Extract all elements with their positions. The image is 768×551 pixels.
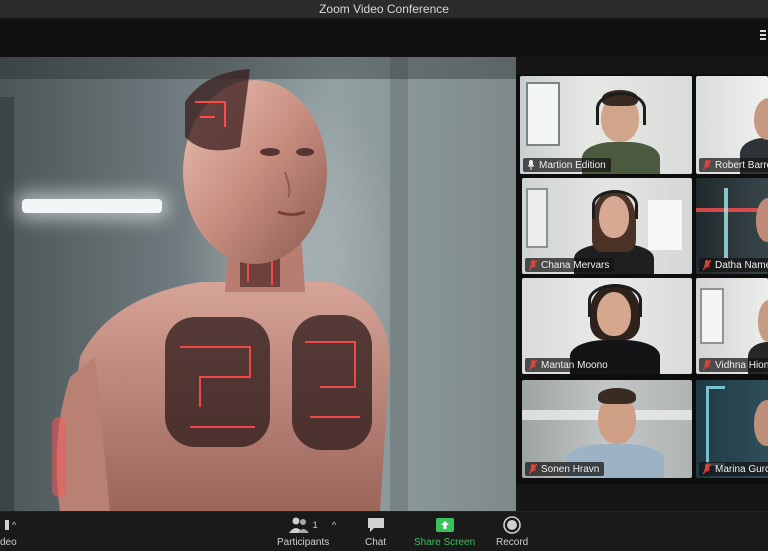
- participant-name: Robert Barre: [715, 159, 768, 171]
- share-screen-icon: [435, 515, 454, 535]
- participant-tile[interactable]: Robert Barre: [696, 76, 768, 174]
- participant-name: Martion Edition: [539, 159, 606, 171]
- participant-tile[interactable]: Martion Edition: [520, 76, 692, 174]
- participant-name-tag: Datha Name: [699, 258, 768, 272]
- participant-name-tag: Marina Gurc: [699, 462, 768, 476]
- participant-tile[interactable]: Datha Name: [696, 178, 768, 274]
- share-screen-button[interactable]: Share Screen: [414, 515, 475, 548]
- participant-name: Mantan Moono: [541, 359, 608, 371]
- record-icon: [503, 515, 521, 535]
- participant-name: Sonen Hravn: [541, 463, 600, 475]
- chat-button[interactable]: Chat: [365, 515, 386, 548]
- microphone-muted-icon[interactable]: [703, 260, 711, 270]
- participants-button[interactable]: 1 Participants: [277, 515, 329, 548]
- video-camera-icon: [5, 515, 11, 535]
- main-speaker-video: [0, 57, 516, 511]
- microphone-muted-icon[interactable]: [529, 360, 537, 370]
- top-strip: [0, 19, 768, 57]
- participant-name-tag: Sonen Hravn: [525, 462, 605, 476]
- window-title-bar: Zoom Video Conference: [0, 0, 768, 19]
- participant-tile[interactable]: Mantan Moono: [522, 278, 692, 374]
- participant-tile[interactable]: Chana Mervars: [522, 178, 692, 274]
- microphone-muted-icon[interactable]: [529, 464, 537, 474]
- participant-name: Marina Gurc: [715, 463, 768, 475]
- participant-tile[interactable]: Marina Gurc: [696, 380, 768, 478]
- participant-name-tag: Chana Mervars: [525, 258, 615, 272]
- participant-name-tag: Vidhna Hion: [699, 358, 768, 372]
- microphone-icon[interactable]: [527, 160, 535, 170]
- participants-count: 1: [312, 520, 318, 530]
- microphone-muted-icon[interactable]: [529, 260, 537, 270]
- meeting-toolbar: deo ^ 1 Participants ^ Chat Share Screen…: [0, 511, 768, 551]
- participant-name-tag: Martion Edition: [523, 158, 611, 172]
- participant-name-tag: Mantan Moono: [525, 358, 613, 372]
- record-button[interactable]: Record: [496, 515, 528, 548]
- participant-name-tag: Robert Barre: [699, 158, 768, 172]
- participant-name: Datha Name: [715, 259, 768, 271]
- chat-bubble-icon: [367, 515, 385, 535]
- microphone-muted-icon[interactable]: [703, 464, 711, 474]
- participant-name: Chana Mervars: [541, 259, 610, 271]
- android-figure: [52, 69, 390, 511]
- participant-grid: Martion Edition Robert Barre Chana Merva…: [516, 74, 768, 484]
- participant-name: Vidhna Hion: [715, 359, 768, 371]
- window-title: Zoom Video Conference: [319, 2, 449, 16]
- participant-tile[interactable]: Vidhna Hion: [696, 278, 768, 374]
- microphone-muted-icon[interactable]: [703, 160, 711, 170]
- microphone-muted-icon[interactable]: [703, 360, 711, 370]
- menu-icon[interactable]: [760, 30, 766, 40]
- participants-options-caret[interactable]: ^: [332, 520, 336, 530]
- participants-icon: 1: [288, 515, 318, 535]
- video-options-caret[interactable]: ^: [12, 520, 16, 530]
- participant-tile[interactable]: Sonen Hravn: [522, 380, 692, 478]
